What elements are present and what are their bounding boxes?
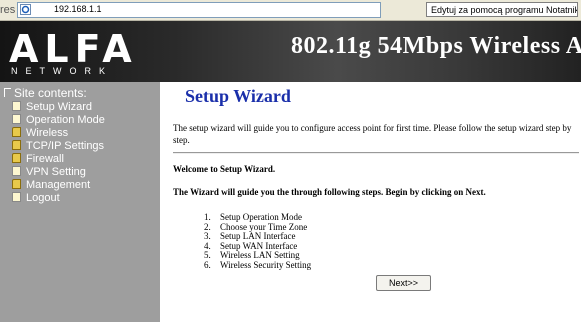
page-icon	[12, 114, 21, 124]
divider	[173, 152, 579, 154]
sidebar-item-logout[interactable]: Logout	[12, 192, 60, 204]
folder-icon	[12, 140, 21, 150]
step-label: Choose your Time Zone	[220, 221, 308, 232]
sidebar-heading: Site contents:	[4, 86, 87, 100]
sidebar: Site contents: Setup Wizard Operation Mo…	[0, 82, 160, 322]
sidebar-item-management[interactable]: Management	[12, 179, 90, 191]
tree-branch-icon	[4, 88, 11, 97]
sidebar-item-label: Management	[26, 179, 91, 191]
sidebar-item-label: Operation Mode	[26, 114, 105, 126]
logo-subtext: NETWORK	[11, 66, 113, 76]
step-label: Setup Operation Mode	[220, 212, 302, 222]
folder-icon	[12, 153, 21, 163]
page-title: Setup Wizard	[185, 86, 291, 106]
guide-text: The Wizard will guide you the through fo…	[173, 187, 486, 197]
page-icon	[12, 101, 21, 111]
step-label: Setup WAN Interface	[220, 240, 298, 251]
sidebar-item-tcpip-settings[interactable]: TCP/IP Settings	[12, 140, 104, 152]
step-label: Wireless Security Setting	[220, 259, 312, 270]
address-url: 192.168.1.1	[54, 4, 102, 14]
sidebar-item-operation-mode[interactable]: Operation Mode	[12, 114, 105, 126]
address-bar: res 192.168.1.1 Edytuj za pomocą program…	[0, 0, 581, 21]
edit-with-notepad-button[interactable]: Edytuj za pomocą programu Notatnik	[426, 2, 578, 17]
next-button[interactable]: Next>>	[376, 275, 431, 291]
sidebar-item-label: Setup Wizard	[26, 101, 93, 113]
page-icon	[12, 166, 21, 176]
ie-page-icon	[20, 4, 31, 15]
sidebar-item-label: VPN Setting	[26, 166, 86, 178]
intro-text: The setup wizard will guide you to confi…	[173, 123, 572, 145]
logo-word: ALFA	[9, 27, 138, 71]
list-item: 6. Wireless Security Setting	[204, 259, 312, 270]
sidebar-item-label: Logout	[26, 192, 60, 204]
page-icon	[12, 192, 21, 202]
header-banner: ALFA NETWORK 802.11g 54Mbps Wireless AP	[0, 21, 581, 82]
folder-icon	[12, 127, 21, 137]
sidebar-item-setup-wizard[interactable]: Setup Wizard	[12, 101, 92, 113]
sidebar-item-firewall[interactable]: Firewall	[12, 153, 64, 165]
sidebar-item-vpn-setting[interactable]: VPN Setting	[12, 166, 86, 178]
sidebar-item-label: TCP/IP Settings	[26, 140, 105, 152]
sidebar-item-wireless[interactable]: Wireless	[12, 127, 68, 139]
folder-icon	[12, 179, 21, 189]
sidebar-heading-label: Site contents:	[14, 86, 87, 100]
alfa-logo: ALFA NETWORK	[9, 30, 135, 76]
sidebar-item-label: Wireless	[26, 127, 69, 139]
main-content: Setup Wizard The setup wizard will guide…	[160, 82, 581, 322]
product-title: 802.11g 54Mbps Wireless AP	[291, 33, 581, 59]
steps-list: 1. Setup Operation Mode 2. Choose your Tim…	[204, 212, 312, 270]
welcome-text: Welcome to Setup Wizard.	[173, 164, 276, 174]
sidebar-item-label: Firewall	[26, 153, 64, 165]
address-label: res	[0, 4, 16, 16]
address-input[interactable]: 192.168.1.1	[17, 2, 381, 18]
step-label: Setup LAN Interface	[220, 231, 296, 241]
step-label: Wireless LAN Setting	[220, 250, 300, 260]
